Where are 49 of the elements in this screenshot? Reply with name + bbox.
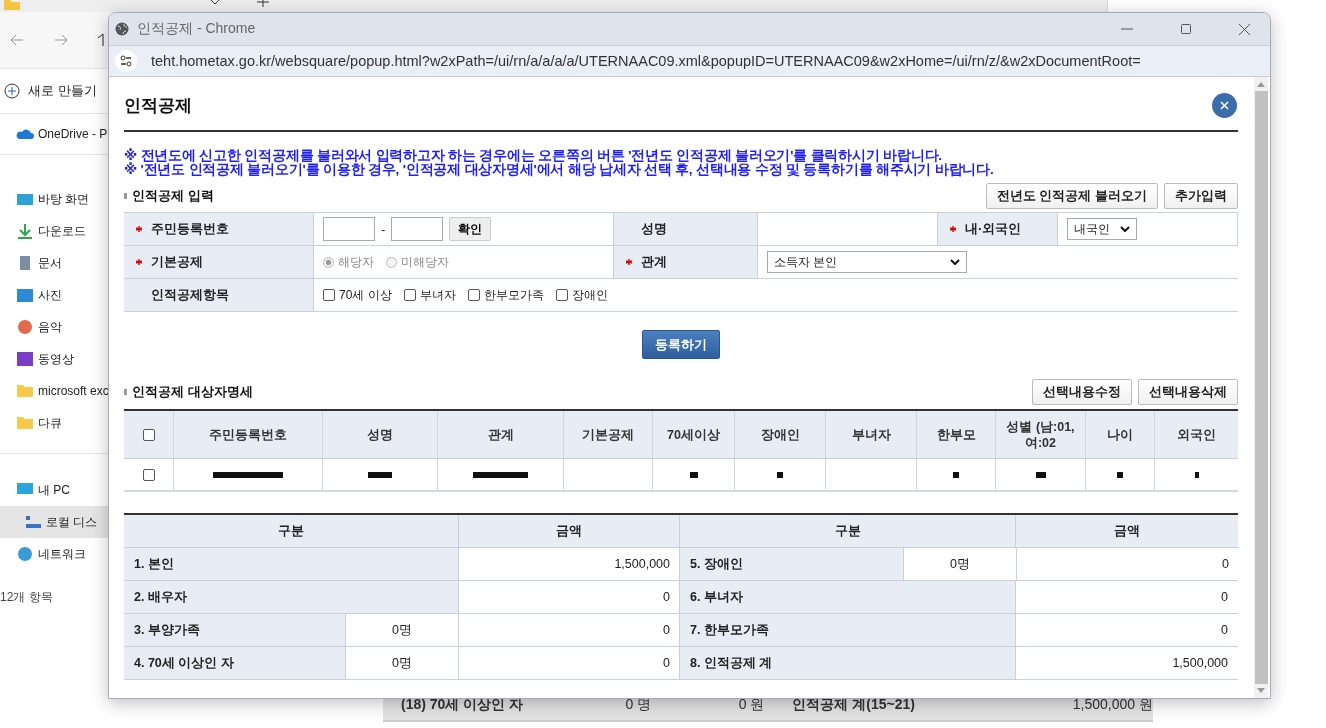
field-label: 관계 <box>614 246 758 279</box>
row-label: 3. 부양가족 <box>124 614 346 646</box>
row-label: 7. 한부모가족 <box>680 614 1016 646</box>
column-header: 금액 <box>1016 515 1238 547</box>
amount-cell-text: 0 <box>1220 589 1229 606</box>
row-amount: 0 원 <box>737 696 765 714</box>
count-cell: 0명 <box>904 548 1017 580</box>
popup-heading: 인적공제 <box>124 95 192 117</box>
row-label: 2. 배우자 <box>124 581 459 613</box>
row-label: 4. 70세 이상인 자 <box>124 647 346 679</box>
column-header: 외국인 <box>1176 426 1217 444</box>
row-count: 0 명 <box>624 696 653 714</box>
column-header: 구분 <box>124 515 459 547</box>
row-label: 6. 부녀자 <box>680 581 1016 613</box>
amount-cell-text: 0 <box>1220 622 1229 639</box>
field-label: 기본공제 <box>124 246 314 279</box>
count-cell: 0명 <box>346 614 459 646</box>
row-label: 1. 본인 <box>124 548 459 580</box>
count-cell: 0명 <box>346 647 459 679</box>
item-count-text: 12개 항목 <box>0 588 53 606</box>
column-header: 한부모 <box>917 411 996 458</box>
field-label: 내·외국인 <box>938 213 1058 246</box>
notice-text: ※ '전년도 인적공제 불러오기'를 이용한 경우, '인적공제 대상자명세'에서 해당 납세자 선택 후, 선택내용 수정 및 등록하기를 해주시기 바랍니다. <box>124 163 995 177</box>
field-label: 인적공제항목 <box>124 279 314 312</box>
section-title: 인적공제 입력 <box>124 187 980 205</box>
amount-cell-text: 1,500,000 <box>1171 655 1229 672</box>
column-header: 나이 <box>1086 411 1155 458</box>
row-label: 인적공제 계(15~21) <box>791 696 916 714</box>
amount-cell-text: 0 <box>1221 556 1230 573</box>
field-label: 성명 <box>614 213 758 246</box>
column-header: 주민등록번호 <box>174 411 323 458</box>
window-title: 인적공제 - Chrome <box>137 20 257 38</box>
column-header: 부녀자 <box>826 411 917 458</box>
row-label: 5. 장애인 <box>680 548 904 580</box>
notice-text: ※ 전년도에 신고한 인적공제를 불러와서 입력하고자 하는 경우에는 오른쪽의 버튼 '전년도 인적공제 불러오기'를 클릭하시기 바랍니다. <box>124 149 942 163</box>
column-header: 성명 <box>323 411 438 458</box>
column-header: 성별 (남:01,여:02 <box>996 411 1086 458</box>
field-label: 주민등록번호 <box>124 213 314 246</box>
column-header: 금액 <box>459 515 680 547</box>
column-header: 기본공제 <box>564 411 653 458</box>
column-header: 구분 <box>680 515 1016 547</box>
section-title: 인적공제 대상자명세 <box>124 383 1026 401</box>
row-amount: 1,500,000 원 <box>1071 696 1153 714</box>
column-header: 관계 <box>438 411 564 458</box>
column-header: 장애인 <box>735 411 826 458</box>
separator-text: - <box>381 221 386 237</box>
row-label: 8. 인적공제 계 <box>680 647 1016 679</box>
column-header: 70세이상 <box>653 411 735 458</box>
row-label: (18) 70세 이상인 자 <box>400 696 525 714</box>
